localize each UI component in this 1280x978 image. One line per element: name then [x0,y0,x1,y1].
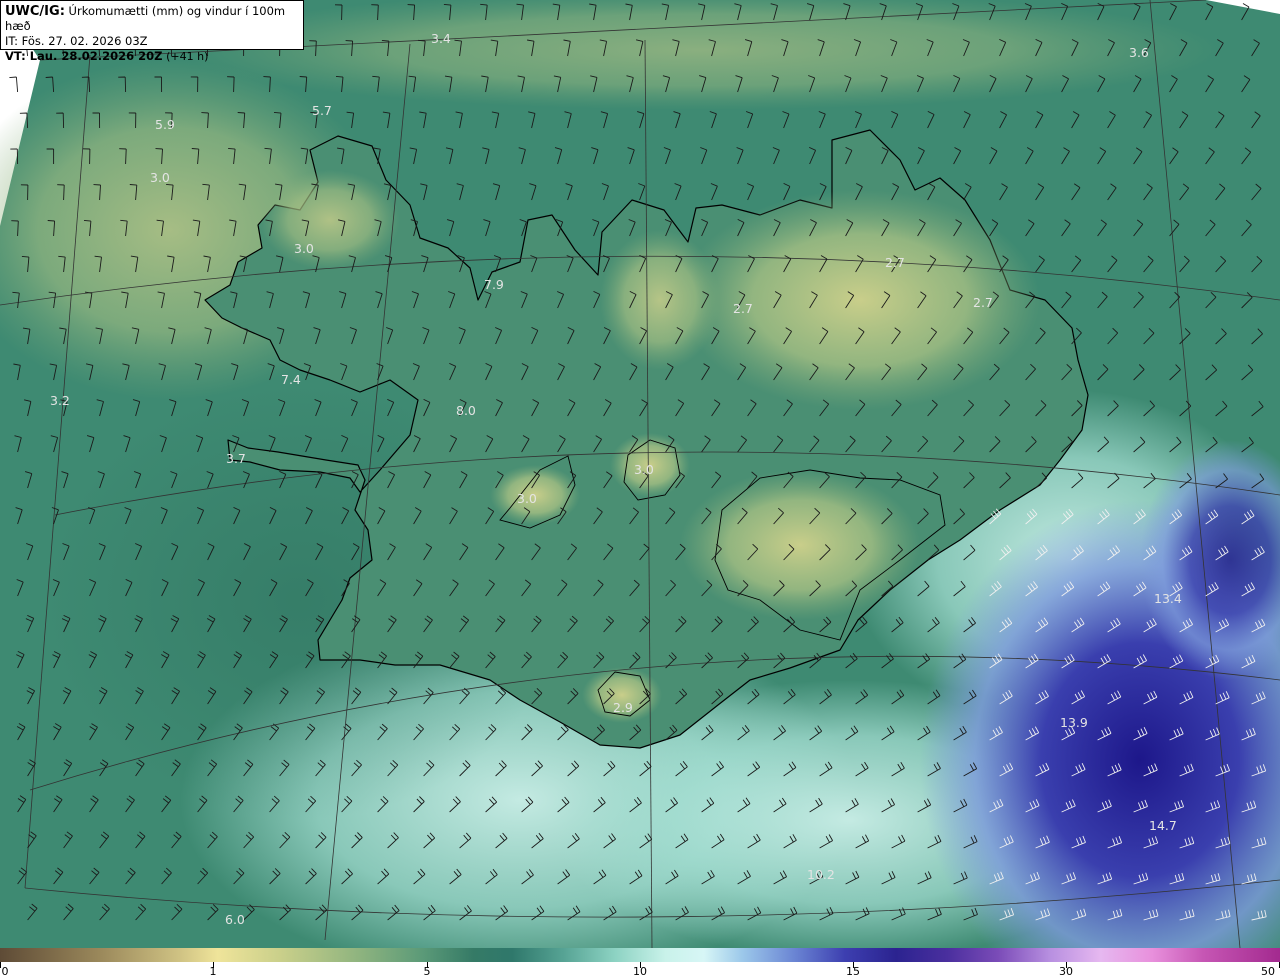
lead-time: (+41 h) [166,50,209,63]
value-label: 3.0 [634,462,654,477]
value-label: 10.2 [807,867,835,882]
value-label: 5.9 [155,117,175,132]
value-label: 3.2 [50,393,70,408]
value-label: 2.9 [613,700,633,715]
title-box: UWC/IG: Úrkomumætti (mm) og vindur í 100… [0,0,304,63]
value-label: 2.7 [885,255,905,270]
value-label: 2.7 [733,301,753,316]
colorbar-strip [0,948,1280,962]
colorbar-label: 15 [846,965,860,978]
value-label: 8.0 [456,403,476,418]
colorbar-label: 50 [1261,965,1275,978]
value-label: 3.7 [226,451,246,466]
colorbar-label: 1 [209,965,217,978]
value-label: 3.4 [431,31,451,46]
precipitation-map: 3.4 3.6 5.7 5.9 3.0 3.0 7.9 2.7 2.7 2.7 … [0,0,1280,948]
value-label: 14.7 [1149,818,1177,833]
colorbar-label: 5 [423,965,431,978]
value-label: 3.6 [1129,45,1149,60]
colorbar: 0 1 5 10 15 30 50 [0,948,1280,978]
colorbar-label: 30 [1059,965,1073,978]
value-label: 2.7 [973,295,993,310]
init-time: IT: Fös. 27. 02. 2026 03Z [5,34,148,48]
value-label: 3.0 [294,241,314,256]
value-label: 3.0 [150,170,170,185]
model-label: UWC/IG: [5,4,65,19]
colorbar-label: 0 [1,965,9,978]
map-figure: 3.4 3.6 5.7 5.9 3.0 3.0 7.9 2.7 2.7 2.7 … [0,0,1280,978]
value-label: 7.4 [281,372,301,387]
value-label: 13.9 [1060,715,1088,730]
value-label: 3.0 [517,491,537,506]
valid-time: VT: Lau. 28.02.2026 20Z [5,49,163,63]
value-label: 5.7 [312,103,332,118]
value-label: 6.0 [225,912,245,927]
value-label: 7.9 [484,277,504,292]
colorbar-label: 10 [633,965,647,978]
value-label: 13.4 [1154,591,1182,606]
